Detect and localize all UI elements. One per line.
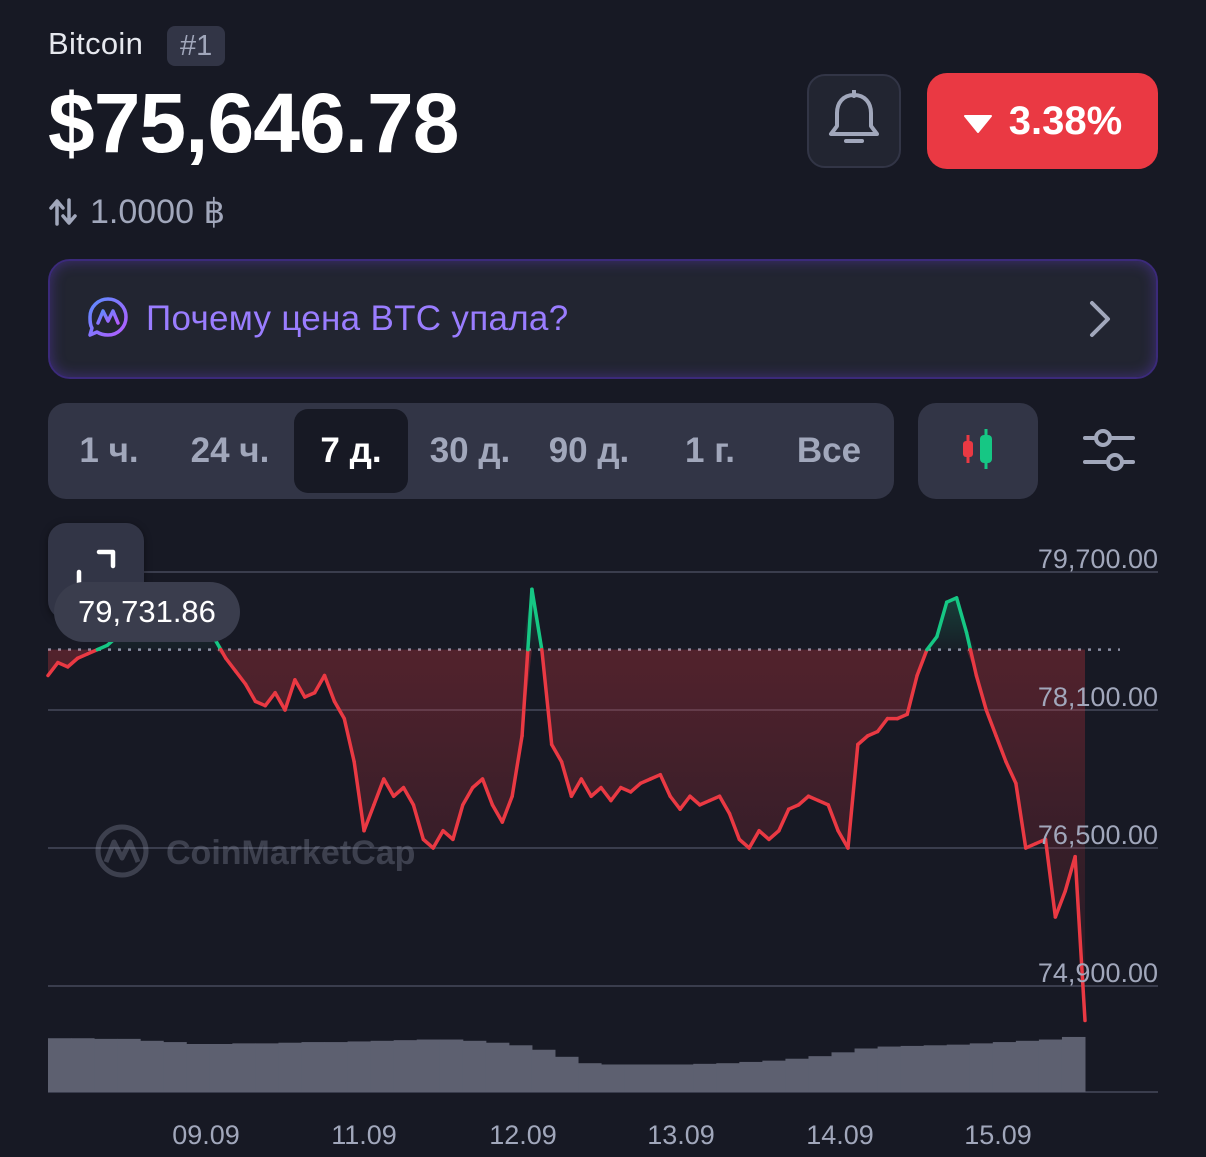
volume-bar (71, 1038, 95, 1092)
volume-bar (1015, 1040, 1040, 1092)
tab-7d[interactable]: 7 д. (294, 409, 408, 493)
volume-bar (969, 1043, 994, 1092)
coin-name: Bitcoin (48, 26, 144, 61)
volume-bar (324, 1042, 349, 1092)
volume-bar (232, 1043, 256, 1092)
volume-bar (808, 1056, 833, 1092)
volume-bar (531, 1049, 556, 1092)
price-change-value: 3.38% (1008, 98, 1123, 143)
y-tick-label: 74,900.00 (1038, 958, 1158, 988)
volume-bar (946, 1044, 971, 1092)
volume-bar (739, 1061, 763, 1092)
watermark-text: CoinMarketCap (166, 834, 415, 872)
volume-bar (485, 1042, 510, 1092)
candlestick-toggle-button[interactable] (918, 403, 1038, 499)
volume-bar (255, 1043, 279, 1092)
tab-1y[interactable]: 1 г. (652, 409, 768, 493)
y-tick-label: 76,500.00 (1038, 820, 1158, 850)
rank-badge: #1 (167, 26, 226, 66)
volume-bar (900, 1045, 925, 1092)
y-tick-label: 79,700.00 (1038, 544, 1158, 574)
volume-bar (140, 1040, 164, 1092)
chart-settings-button[interactable] (1070, 415, 1148, 489)
tab-24h[interactable]: 24 ч. (170, 409, 290, 493)
caret-down-icon (963, 99, 993, 144)
volume-bar (670, 1064, 694, 1092)
x-tick-label: 09.09 (172, 1120, 240, 1150)
btc-conversion[interactable]: 1.0000 ฿ (48, 190, 225, 234)
ai-insight-banner[interactable]: Почему цена BTC упала? (48, 259, 1158, 379)
swap-arrows-icon (48, 197, 78, 227)
volume-bar (439, 1039, 464, 1092)
volume-bar (1061, 1036, 1086, 1092)
x-tick-label: 13.09 (647, 1120, 715, 1150)
btc-amount: 1.0000 ฿ (90, 193, 226, 231)
ai-banner-text: Почему цена BTC упала? (146, 299, 569, 338)
volume-bar (578, 1063, 602, 1092)
volume-bar (462, 1040, 487, 1092)
tab-90d[interactable]: 90 д. (530, 409, 648, 493)
chart-high-label: 79,731.86 (54, 582, 240, 642)
volume-bar (186, 1044, 210, 1092)
chevron-right-icon (1088, 300, 1112, 343)
price-value: $75,646.78 (48, 76, 459, 170)
watermark: CoinMarketCap (95, 824, 415, 878)
tab-1h[interactable]: 1 ч. (54, 409, 164, 493)
x-tick-label: 11.09 (331, 1120, 397, 1150)
volume-bar (647, 1064, 671, 1092)
volume-bar (693, 1063, 717, 1092)
volume-bar (854, 1048, 879, 1092)
sliders-icon (1082, 426, 1136, 479)
volume-bar (278, 1042, 302, 1092)
volume-bar (624, 1064, 648, 1092)
volume-bar (347, 1041, 372, 1092)
volume-bar (992, 1042, 1017, 1092)
volume-bar (1038, 1039, 1063, 1092)
volume-bar (163, 1042, 187, 1092)
volume-bar (117, 1038, 141, 1092)
cmc-ai-icon (86, 295, 130, 344)
volume-bar (48, 1038, 72, 1092)
tab-30d[interactable]: 30 д. (412, 409, 528, 493)
volume-bar (601, 1064, 625, 1092)
volume-bar (831, 1052, 856, 1092)
volume-bar (393, 1040, 418, 1092)
volume-bar (762, 1060, 786, 1092)
price-change-badge: 3.38% (927, 73, 1158, 169)
y-tick-label: 78,100.00 (1038, 682, 1158, 712)
volume-bar (785, 1058, 809, 1092)
volume-bar (877, 1046, 902, 1092)
volume-bar (716, 1063, 740, 1092)
bell-icon (826, 88, 882, 153)
x-tick-label: 12.09 (489, 1120, 557, 1150)
tab-all[interactable]: Все (770, 409, 888, 493)
x-tick-label: 15.09 (964, 1120, 1032, 1150)
x-tick-label: 14.09 (806, 1120, 874, 1150)
candlestick-icon (958, 427, 998, 476)
price-alert-button[interactable] (807, 74, 901, 168)
volume-bar (94, 1038, 118, 1092)
volume-bar (209, 1044, 233, 1092)
volume-bar (301, 1042, 326, 1092)
volume-bar (923, 1045, 948, 1092)
volume-bar (416, 1039, 441, 1092)
period-selector: 1 ч. 24 ч. 7 д. 30 д. 90 д. 1 г. Все (48, 403, 894, 499)
volume-bar (508, 1045, 533, 1092)
volume-bar (554, 1056, 579, 1092)
volume-bar (370, 1040, 395, 1092)
